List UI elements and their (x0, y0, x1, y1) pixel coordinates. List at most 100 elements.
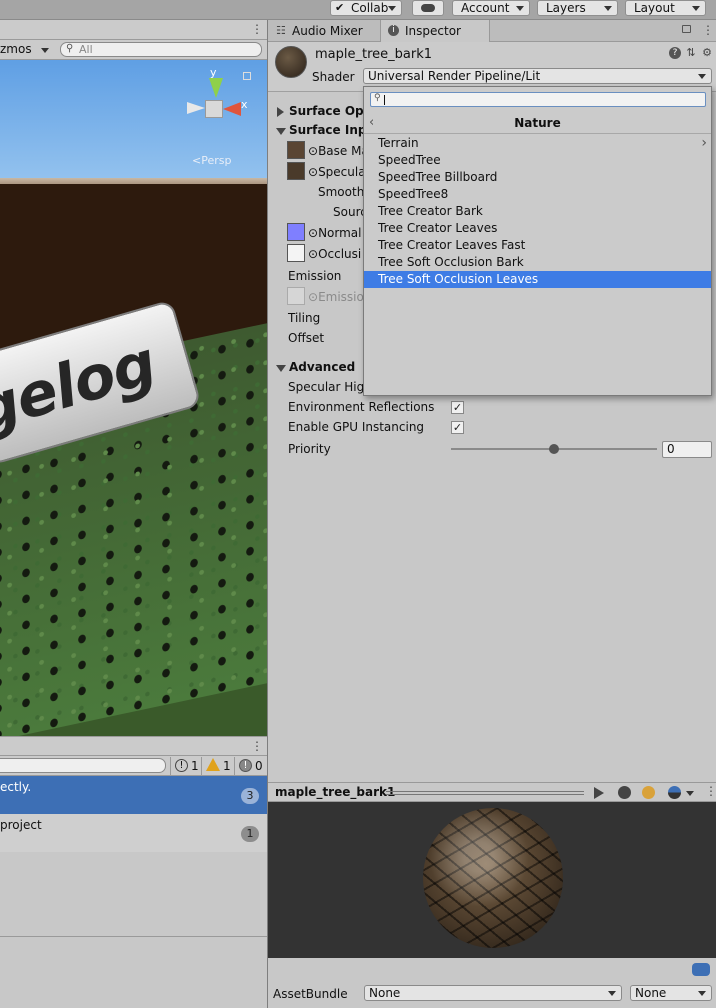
shader-option-label: Tree Soft Occlusion Leaves (378, 272, 539, 286)
foldout-arrow-icon[interactable] (276, 128, 286, 135)
more-options-icon[interactable]: ⋮ (251, 22, 263, 36)
console-detail-divider[interactable] (0, 936, 267, 937)
search-icon: ⚲ (66, 43, 74, 54)
error-count-toggle[interactable]: ! 0 (234, 757, 267, 775)
shader-option[interactable]: SpeedTree (364, 152, 711, 169)
gpu-instancing-checkbox[interactable]: ✓ (451, 421, 464, 434)
shader-dropdown[interactable]: Universal Render Pipeline/Lit (363, 68, 712, 84)
shader-option-label: Tree Creator Bark (378, 204, 483, 218)
lock-icon[interactable] (243, 72, 251, 80)
tab-inspector[interactable]: i Inspector (380, 20, 490, 42)
shader-option-label: SpeedTree Billboard (378, 170, 498, 184)
tiling-label: Tiling (288, 311, 321, 325)
gizmos-dropdown[interactable]: zmos (0, 42, 50, 56)
foldout-arrow-icon[interactable] (277, 107, 284, 117)
collab-label: Collab (351, 1, 389, 15)
chevron-down-icon[interactable] (686, 791, 694, 796)
layers-dropdown[interactable]: Layers (537, 0, 618, 16)
console-search-input[interactable] (0, 758, 166, 773)
surface-options-foldout[interactable]: Surface Opti (289, 104, 374, 118)
shader-option[interactable]: Tree Soft Occlusion Leaves (364, 271, 711, 288)
play-icon[interactable] (594, 787, 604, 799)
material-header: maple_tree_bark1 Shader Universal Render… (268, 42, 716, 92)
shader-option[interactable]: Tree Soft Occlusion Bark (364, 254, 711, 271)
base-map-thumbnail[interactable] (287, 141, 305, 159)
normal-map-thumbnail[interactable] (287, 223, 305, 241)
chevron-right-icon: › (701, 135, 707, 151)
emission-toggle-label[interactable]: Emission (288, 269, 341, 283)
label-tag-icon[interactable] (692, 963, 710, 976)
console-entry-0[interactable]: ectly. 3 (0, 776, 267, 814)
layout-dropdown[interactable]: Layout (625, 0, 706, 16)
lock-icon[interactable] (682, 25, 691, 33)
picker-icon[interactable]: ⊙ (308, 247, 318, 261)
layout-label: Layout (634, 1, 675, 15)
scene-tab-bar: ⋮ (0, 20, 267, 40)
assetbundle-variant-dropdown[interactable]: None (630, 985, 712, 1001)
orientation-gizmo[interactable]: y x (183, 66, 251, 140)
picker-icon[interactable]: ⊙ (308, 144, 318, 158)
more-options-icon[interactable]: ⋮ (705, 784, 716, 798)
preview-drag-handle[interactable] (386, 791, 584, 795)
shader-option[interactable]: Tree Creator Leaves (364, 220, 711, 237)
material-preview-sphere (423, 808, 563, 948)
offset-label: Offset (288, 331, 325, 345)
scene-search-input[interactable]: ⚲ All (60, 42, 262, 57)
shader-option-label: Terrain (378, 136, 419, 150)
projection-label[interactable]: <Persp (192, 154, 231, 167)
account-dropdown[interactable]: Account (452, 0, 530, 16)
normal-map-row: ⊙Normal I (308, 226, 369, 240)
shader-option[interactable]: Terrain › (364, 135, 711, 152)
occlusion-map-thumbnail[interactable] (287, 244, 305, 262)
preset-icon[interactable]: ⇅ (685, 47, 697, 59)
check-icon: ✔ (335, 1, 345, 14)
tab-audio-mixer[interactable]: ☷ Audio Mixer (268, 20, 380, 42)
priority-field[interactable]: 0 (662, 441, 712, 458)
collab-button[interactable]: ✔ Collab (330, 0, 402, 16)
advanced-foldout[interactable]: Advanced (289, 360, 355, 374)
material-preview-viewport[interactable] (268, 802, 716, 958)
assetbundle-name-dropdown[interactable]: None (364, 985, 622, 1001)
shader-category-header: ‹ Nature (364, 113, 711, 134)
base-map-label: Base Ma (318, 144, 369, 158)
shader-option[interactable]: SpeedTree Billboard (364, 169, 711, 186)
cloud-button[interactable] (412, 0, 444, 16)
console-entry-1[interactable]: project 1 (0, 814, 267, 852)
tab-label: Inspector (405, 24, 461, 38)
picker-icon[interactable]: ⊙ (308, 226, 318, 240)
more-options-icon[interactable]: ⋮ (702, 23, 714, 37)
help-icon[interactable]: ? (669, 47, 681, 59)
foldout-arrow-icon[interactable] (276, 365, 286, 372)
background-icon[interactable] (668, 786, 681, 799)
layers-label: Layers (546, 1, 586, 15)
shader-search-input[interactable]: ⚲ (370, 92, 706, 107)
scene-viewport[interactable]: gelog y x <Persp (0, 60, 267, 736)
info-count-toggle[interactable]: ! 1 (170, 757, 200, 775)
priority-slider-knob[interactable] (549, 444, 559, 454)
console-tab-bar: ⋮ (0, 736, 267, 756)
more-options-icon[interactable]: ⋮ (251, 739, 263, 753)
chevron-down-icon (608, 991, 616, 996)
console-entry-text: ectly. (0, 780, 32, 794)
text-caret (384, 95, 385, 105)
error-count: 0 (255, 759, 263, 773)
shader-label: Shader (312, 70, 355, 84)
shader-option[interactable]: Tree Creator Leaves Fast (364, 237, 711, 254)
material-thumbnail (275, 46, 307, 78)
shader-option[interactable]: SpeedTree8 (364, 186, 711, 203)
specular-map-thumbnail[interactable] (287, 162, 305, 180)
search-icon: ⚲ (374, 93, 381, 103)
specular-label: Specula (318, 165, 366, 179)
info-count: 1 (191, 759, 199, 773)
main-toolbar: ✔ Collab Account Layers Layout (0, 0, 716, 20)
env-reflections-checkbox[interactable]: ✓ (451, 401, 464, 414)
error-icon: ! (239, 759, 252, 772)
chevron-down-icon (41, 48, 50, 53)
specular-row: ⊙Specula (308, 165, 366, 179)
gear-icon[interactable]: ⚙ (701, 47, 713, 59)
shader-option[interactable]: Tree Creator Bark (364, 203, 711, 220)
picker-icon[interactable]: ⊙ (308, 165, 318, 179)
sphere-mesh-icon[interactable] (618, 786, 631, 799)
warning-count-toggle[interactable]: 1 (201, 757, 233, 775)
lighting-icon[interactable] (642, 786, 655, 799)
